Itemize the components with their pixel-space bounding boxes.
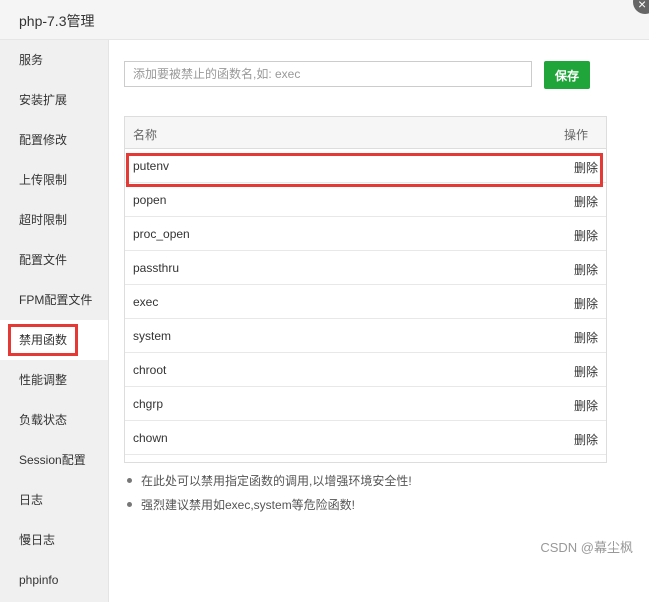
title-bar: php-7.3管理 × [0, 0, 649, 40]
help-notes: 在此处可以禁用指定函数的调用,以增强环境安全性! 强烈建议禁用如exec,sys… [124, 472, 604, 520]
column-header-name: 名称 [133, 128, 158, 142]
sidebar-item-slow-log[interactable]: 慢日志 [0, 520, 108, 560]
table-row: chown 删除 [125, 421, 606, 455]
sidebar: 服务 安装扩展 配置修改 上传限制 超时限制 配置文件 FPM配置文件 禁用函数… [0, 40, 109, 602]
bullet-icon [127, 502, 132, 507]
sidebar-item-disabled-functions[interactable]: 禁用函数 [0, 320, 108, 360]
main-content: 保存 名称 操作 putenv 删除 popen 删除 proc_open 删除… [109, 40, 649, 602]
sidebar-item-performance[interactable]: 性能调整 [0, 360, 108, 400]
table-row: system 删除 [125, 319, 606, 353]
sidebar-item-load-status[interactable]: 负载状态 [0, 400, 108, 440]
function-name: system [133, 329, 172, 343]
highlight-box [8, 324, 78, 356]
sidebar-item-config-file[interactable]: 配置文件 [0, 240, 108, 280]
function-name: chown [133, 431, 168, 445]
table-row: chroot 删除 [125, 353, 606, 387]
close-icon[interactable]: × [633, 0, 649, 14]
delete-link[interactable]: 删除 [574, 431, 598, 448]
help-note: 在此处可以禁用指定函数的调用,以增强环境安全性! [124, 472, 604, 496]
delete-link[interactable]: 删除 [574, 329, 598, 346]
sidebar-item-session-config[interactable]: Session配置 [0, 440, 108, 480]
function-name: passthru [133, 261, 180, 275]
delete-link[interactable]: 删除 [574, 397, 598, 414]
function-name: exec [133, 295, 159, 309]
sidebar-item-upload-limit[interactable]: 上传限制 [0, 160, 108, 200]
delete-link[interactable]: 删除 [574, 261, 598, 278]
table-header: 名称 操作 [125, 117, 606, 149]
function-name-input[interactable] [124, 61, 532, 87]
delete-link[interactable]: 删除 [574, 363, 598, 380]
scroll-down-arrow-icon[interactable]: ▼ [606, 448, 607, 462]
function-name: chgrp [133, 397, 164, 411]
save-button[interactable]: 保存 [544, 61, 590, 89]
delete-link[interactable]: 删除 [574, 159, 598, 176]
disabled-functions-table: 名称 操作 putenv 删除 popen 删除 proc_open 删除 pa… [124, 116, 607, 463]
window-title: php-7.3管理 [19, 13, 95, 29]
function-name: popen [133, 193, 167, 207]
table-row: exec 删除 [125, 285, 606, 319]
watermark: CSDN @幕尘枫 [540, 540, 633, 555]
sidebar-item-install-extension[interactable]: 安装扩展 [0, 80, 108, 120]
table-row: proc_open 删除 [125, 217, 606, 251]
function-name: putenv [133, 159, 170, 173]
table-row: popen 删除 [125, 183, 606, 217]
delete-link[interactable]: 删除 [574, 227, 598, 244]
sidebar-item-timeout-limit[interactable]: 超时限制 [0, 200, 108, 240]
bullet-icon [127, 478, 132, 483]
sidebar-item-service[interactable]: 服务 [0, 40, 108, 80]
table-row: passthru 删除 [125, 251, 606, 285]
sidebar-item-phpinfo[interactable]: phpinfo [0, 560, 108, 600]
sidebar-item-config-edit[interactable]: 配置修改 [0, 120, 108, 160]
help-note: 强烈建议禁用如exec,system等危险函数! [124, 496, 604, 520]
sidebar-item-fpm-config-file[interactable]: FPM配置文件 [0, 280, 108, 320]
scroll-up-arrow-icon[interactable]: ▲ [606, 117, 607, 131]
table-scrollbar[interactable]: ▲ ▼ [606, 117, 607, 462]
sidebar-item-log[interactable]: 日志 [0, 480, 108, 520]
table-row: chgrp 删除 [125, 387, 606, 421]
table-row: putenv 删除 [125, 149, 606, 183]
column-header-action: 操作 [564, 128, 589, 142]
delete-link[interactable]: 删除 [574, 295, 598, 312]
function-name: chroot [133, 363, 167, 377]
function-name: proc_open [133, 227, 190, 241]
delete-link[interactable]: 删除 [574, 193, 598, 210]
